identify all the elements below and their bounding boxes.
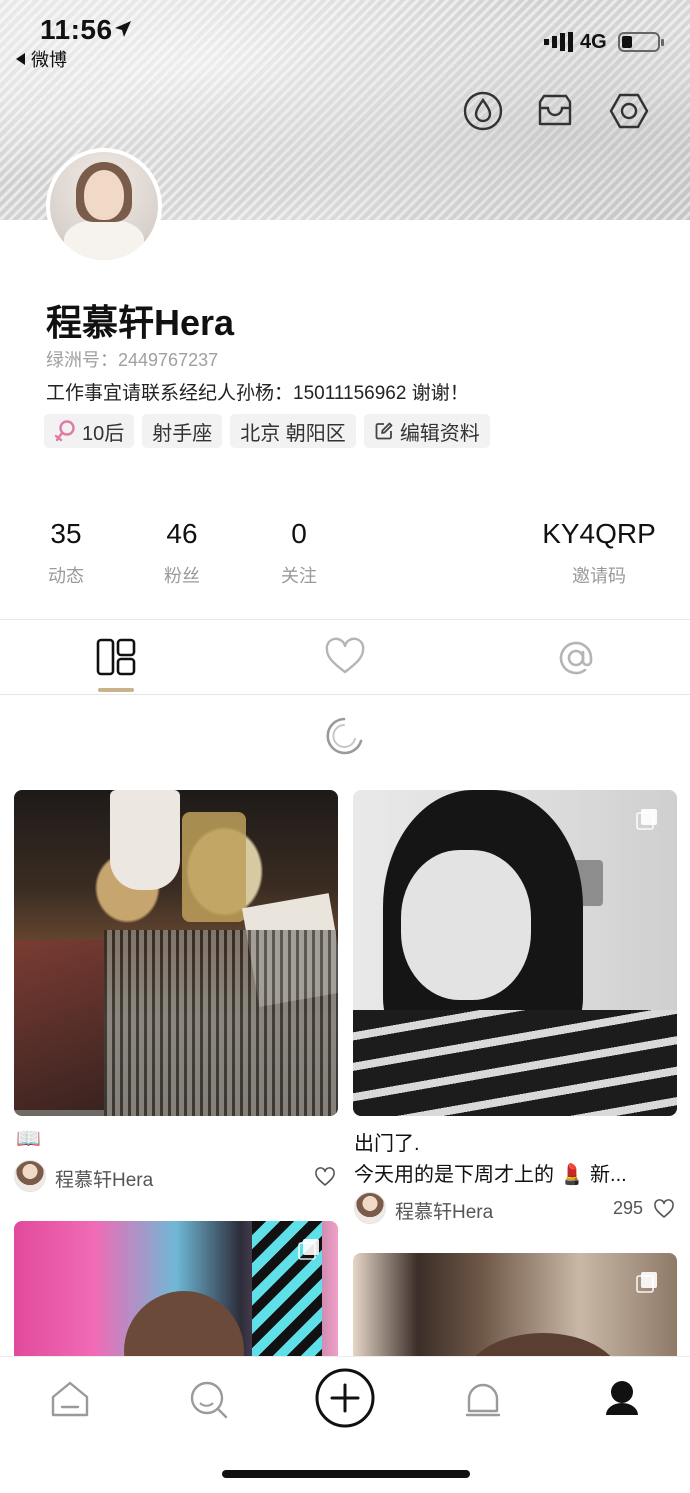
- nav-home-icon[interactable]: [48, 1377, 92, 1421]
- stats-divider: [0, 619, 690, 620]
- post-image-3[interactable]: [14, 1221, 338, 1371]
- edit-icon: [375, 422, 393, 440]
- home-indicator: [222, 1470, 470, 1478]
- tag-location: 北京 朝阳区: [230, 414, 356, 448]
- nav-profile-icon[interactable]: [600, 1377, 644, 1421]
- back-triangle-icon: [16, 53, 25, 65]
- post-4-multi-image-icon: [636, 1272, 657, 1293]
- battery-icon: [618, 32, 664, 52]
- active-tab-indicator: [98, 688, 134, 692]
- tea-glass-shape: [182, 812, 246, 922]
- jacket-shape: [353, 1010, 677, 1116]
- post-2-like-heart-icon[interactable]: [653, 1198, 675, 1220]
- network-type: 4G: [580, 31, 607, 53]
- face-shape: [401, 850, 531, 1000]
- inbox-icon[interactable]: [534, 90, 576, 132]
- post-2-like-count: 295: [613, 1198, 644, 1218]
- post-1-like-heart-icon[interactable]: [314, 1166, 336, 1188]
- tag-age: 10后: [44, 414, 135, 448]
- post-image-4[interactable]: [353, 1253, 677, 1373]
- post-1-emoji: 📖: [16, 1128, 41, 1150]
- status-time: 11:56: [40, 14, 113, 45]
- tag-zodiac: 射手座: [142, 414, 223, 448]
- location-arrow-icon: [115, 21, 131, 37]
- stat-following[interactable]: 0 关注: [277, 518, 321, 588]
- nav-search-icon[interactable]: [186, 1377, 230, 1421]
- post-1-author-avatar[interactable]: [14, 1160, 46, 1192]
- stat-posts[interactable]: 35 动态: [44, 518, 88, 588]
- post-2-author[interactable]: 程慕轩Hera: [395, 1197, 493, 1224]
- post-image-1[interactable]: [14, 790, 338, 1116]
- engraving-shape: [104, 930, 338, 1116]
- stat-fans[interactable]: 46 粉丝: [160, 518, 204, 588]
- drop-icon[interactable]: [462, 90, 504, 132]
- post-2-text-line-2: 今天用的是下周才上的 💄 新...: [354, 1164, 627, 1186]
- profile-bio: 工作事宜请联系经纪人孙杨：15011156962 谢谢！: [46, 383, 469, 404]
- settings-icon[interactable]: [608, 90, 650, 132]
- book-shape: [14, 940, 104, 1110]
- post-2-text-line-1: 出门了.: [354, 1133, 420, 1155]
- tab-mentions-at-icon[interactable]: [554, 636, 598, 680]
- stat-invite-code[interactable]: KY4QRP 邀请码: [540, 518, 658, 588]
- post-1-author[interactable]: 程慕轩Hera: [55, 1165, 153, 1192]
- profile-tags: 10后 射手座 北京 朝阳区 编辑资料: [44, 414, 490, 448]
- tab-likes-heart-icon[interactable]: [323, 636, 367, 680]
- post-2-author-avatar[interactable]: [354, 1192, 386, 1224]
- back-to-app-link[interactable]: 微博: [16, 46, 67, 72]
- profile-name: 程慕轩Hera: [46, 302, 235, 343]
- tabs-divider: [0, 694, 690, 695]
- post-3-multi-image-icon: [298, 1239, 319, 1260]
- nav-create-post-button[interactable]: [314, 1367, 376, 1429]
- profile-avatar[interactable]: [46, 148, 162, 264]
- female-icon: [54, 420, 75, 442]
- post-image-2[interactable]: [353, 790, 677, 1116]
- signal-icon: [544, 32, 573, 52]
- loading-spinner-icon: [326, 717, 363, 755]
- tab-posts-grid[interactable]: [94, 636, 138, 680]
- post-2-multi-image-icon: [636, 809, 657, 830]
- back-app-label: 微博: [31, 50, 67, 70]
- edit-profile-button[interactable]: 编辑资料: [363, 414, 490, 448]
- oasis-id: 绿洲号：2449767237: [46, 350, 219, 370]
- nav-notifications-bell-icon[interactable]: [461, 1377, 505, 1421]
- cup-shape: [110, 790, 180, 890]
